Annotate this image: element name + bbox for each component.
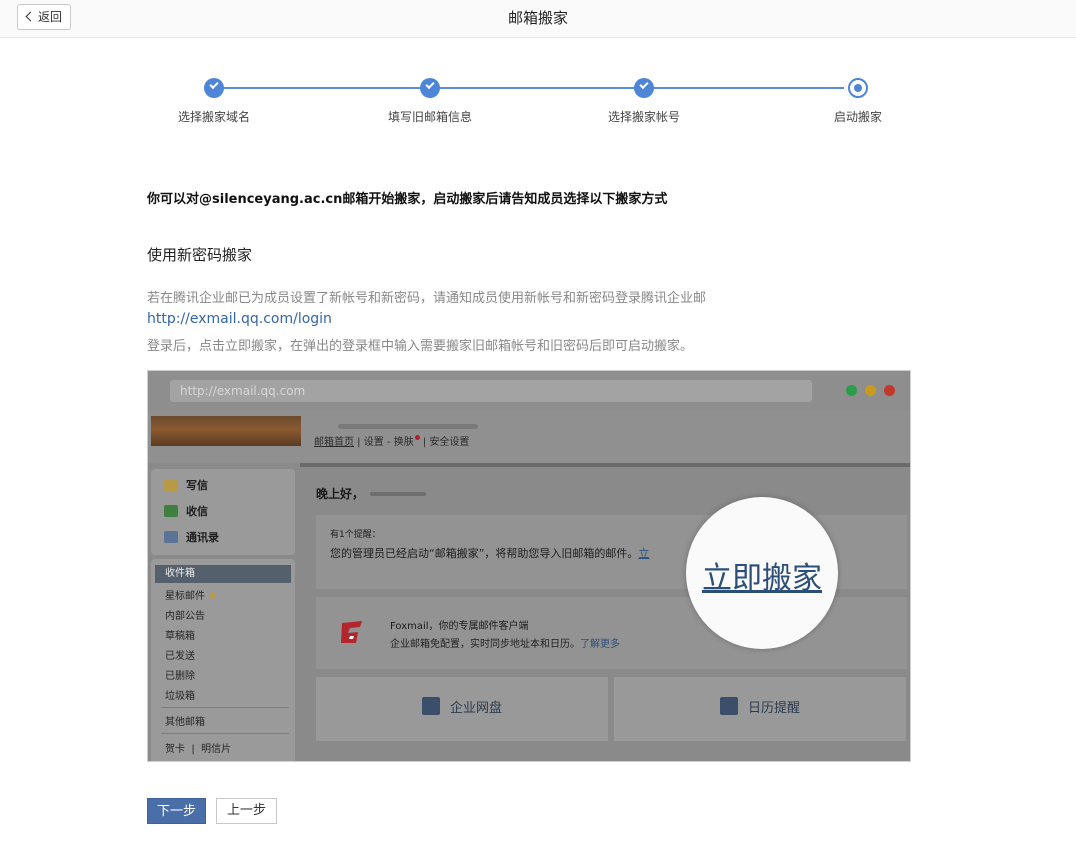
foxmail-desc-text: 企业邮箱免配置，实时同步地址本和日历。	[390, 639, 580, 650]
page-title: 邮箱搬家	[507, 9, 568, 27]
folder-item: 已发送	[165, 651, 195, 662]
section-title: 使用新密码搬家	[147, 246, 253, 264]
folder-item: 收件箱	[155, 565, 291, 583]
window-dot-green-icon	[846, 385, 857, 396]
mail-nav: 邮箱首页 | 设置 - 换肤 | 安全设置	[314, 435, 470, 448]
intro-text: 你可以对@silenceyang.ac.cn邮箱开始搬家，启动搬家后请告知成员选…	[147, 192, 668, 207]
progress-line	[214, 87, 844, 89]
divider	[161, 733, 289, 734]
window-dot-red-icon	[884, 385, 895, 396]
contacts-item: 通讯录	[164, 529, 219, 545]
notice-message: 您的管理员已经启动“邮箱搬家”，将帮助您导入旧邮箱的邮件。	[330, 547, 639, 560]
contacts-label: 通讯录	[186, 531, 219, 544]
compose-icon	[164, 479, 178, 491]
main-pane-top-border	[300, 463, 910, 467]
description-text-2: 登录后，点击立即搬家，在弹出的登录框中输入需要搬家旧邮箱帐号和旧密码后即可启动搬…	[147, 339, 694, 354]
compose-item: 写信	[164, 477, 208, 493]
current-step-icon	[848, 78, 868, 98]
illustration-screenshot: http://exmail.qq.com 邮箱首页 | 设置 - 换肤 | 安全…	[147, 370, 911, 762]
description-text: 若在腾讯企业邮已为成员设置了新帐号和新密码，请通知成员使用新帐号和新密码登录腾讯…	[147, 291, 707, 306]
contacts-icon	[164, 531, 178, 543]
mail-nav-home: 邮箱首页	[314, 437, 354, 448]
notification-dot-icon	[414, 435, 420, 440]
netdisk-label: 企业网盘	[449, 701, 502, 716]
netdisk-tile: 企业网盘	[316, 677, 608, 741]
step-4: 启动搬家	[798, 76, 918, 125]
floppy-icon	[421, 697, 440, 715]
window-dot-yellow-icon	[865, 385, 876, 396]
progress-steps: 选择搬家域名 填写旧邮箱信息 选择搬家帐号 启动搬家	[147, 76, 910, 136]
folder-label: 星标邮件	[165, 591, 205, 602]
step-3: 选择搬家帐号	[584, 76, 704, 125]
step-label: 选择搬家域名	[177, 110, 250, 124]
notice-count: 有1个提醒：	[330, 530, 381, 540]
foxmail-desc: 企业邮箱免配置，实时同步地址本和日历。了解更多	[390, 635, 620, 650]
check-icon	[420, 78, 440, 98]
cards-label: 贺卡	[165, 744, 185, 755]
step-label: 选择搬家帐号	[607, 110, 680, 124]
magnified-migrate-link: 立即搬家	[702, 561, 822, 596]
notice-text: 您的管理员已经启动“邮箱搬家”，将帮助您导入旧邮箱的邮件。立	[330, 545, 649, 561]
check-icon	[634, 78, 654, 98]
previous-step-button[interactable]: 上一步	[216, 798, 277, 824]
blurred-account	[338, 424, 478, 429]
mail-nav-skin: 换肤	[393, 437, 414, 448]
notice-link: 立	[638, 547, 650, 560]
receive-icon	[164, 505, 178, 517]
calendar-icon	[719, 697, 738, 715]
folder-item: 草稿箱	[165, 631, 195, 642]
mail-nav-security: 安全设置	[429, 437, 470, 448]
star-icon: ★	[208, 591, 218, 602]
next-step-button[interactable]: 下一步	[147, 798, 206, 824]
calendar-tile: 日历提醒	[614, 677, 906, 741]
login-link[interactable]: http://exmail.qq.com/login	[147, 311, 332, 327]
step-1: 选择搬家域名	[154, 76, 274, 125]
folder-item: 内部公告	[165, 611, 205, 622]
mail-header: 邮箱首页 | 设置 - 换肤 | 安全设置	[148, 411, 910, 463]
receive-label: 收信	[186, 505, 208, 518]
greeting: 晚上好，	[316, 487, 365, 501]
folder-list: 收件箱 星标邮件 ★ 内部公告 草稿箱 已发送 已删除 垃圾箱 其他邮箱 贺卡 …	[151, 559, 295, 761]
banner-image	[151, 416, 301, 446]
blurred-name	[370, 492, 426, 496]
folder-item: 已删除	[165, 671, 195, 682]
calendar-label: 日历提醒	[747, 701, 800, 716]
step-2: 填写旧邮箱信息	[370, 76, 490, 125]
foxmail-more-link: 了解更多	[580, 639, 620, 650]
step-label: 启动搬家	[833, 110, 882, 124]
browser-bar: http://exmail.qq.com	[148, 371, 910, 411]
mail-nav-settings: 设置	[363, 437, 384, 448]
divider	[161, 707, 289, 708]
cards-links: 贺卡 | 明信片	[165, 744, 232, 755]
compose-label: 写信	[186, 479, 208, 492]
other-mailbox: 其他邮箱	[165, 717, 205, 728]
folder-item: 星标邮件 ★	[165, 587, 217, 602]
url-box: http://exmail.qq.com	[170, 380, 812, 402]
check-icon	[204, 78, 224, 98]
magnifier-callout: 立即搬家	[686, 497, 838, 649]
step-label: 填写旧邮箱信息	[387, 110, 472, 124]
foxmail-logo-icon	[341, 621, 362, 643]
postcards-label: 明信片	[201, 744, 232, 755]
receive-item: 收信	[164, 503, 208, 519]
foxmail-title: Foxmail，你的专属邮件客户端	[390, 621, 529, 632]
folder-item: 垃圾箱	[165, 691, 195, 702]
top-bar: 返回 邮箱搬家	[0, 0, 1076, 38]
mail-actions: 写信 收信 通讯录	[151, 469, 295, 555]
